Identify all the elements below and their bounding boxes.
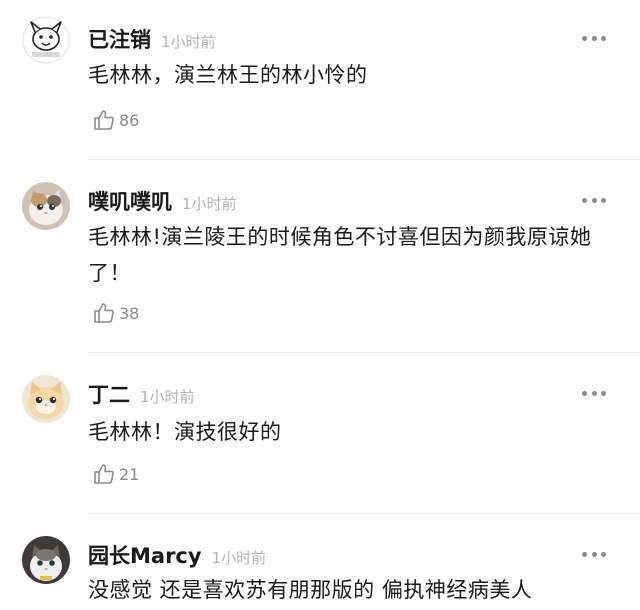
thumbs-up-icon bbox=[94, 464, 114, 484]
dot-icon bbox=[582, 197, 587, 203]
comment-text: 毛林林！演技很好的 bbox=[88, 420, 282, 444]
dot-icon bbox=[601, 197, 606, 203]
dot-icon bbox=[591, 551, 597, 557]
like-count: 86 bbox=[119, 110, 140, 130]
dot-icon bbox=[591, 390, 597, 396]
comment-item: 噗叽噗叽 1小时前 毛林林!演兰陵王的时候角色不讨喜但因为颜我原谅她了！ 38 bbox=[0, 160, 640, 353]
more-options-button[interactable] bbox=[582, 389, 606, 397]
dot-icon bbox=[591, 35, 597, 41]
dot-icon bbox=[601, 551, 606, 557]
name-row: 丁二 1小时前 bbox=[88, 379, 195, 409]
dot-icon bbox=[582, 390, 587, 396]
name-row: 园长Marcy 1小时前 bbox=[88, 540, 266, 570]
like-button[interactable]: 86 bbox=[92, 108, 139, 132]
thumbs-up-icon bbox=[94, 110, 114, 130]
dot-icon bbox=[582, 35, 587, 41]
dot-icon bbox=[591, 197, 597, 203]
dot-icon bbox=[601, 35, 606, 41]
avatar[interactable] bbox=[22, 16, 70, 64]
name-row: 噗叽噗叽 1小时前 bbox=[88, 186, 237, 216]
comment-text: 毛林林，演兰林王的林小怜的 bbox=[88, 63, 368, 87]
username[interactable]: 丁二 bbox=[88, 379, 130, 409]
like-count: 21 bbox=[119, 464, 140, 484]
like-count: 38 bbox=[119, 303, 140, 323]
timestamp: 1小时前 bbox=[211, 549, 267, 567]
cat-photo-icon bbox=[22, 182, 70, 230]
more-options-button[interactable] bbox=[582, 550, 606, 558]
comment-text: 没感觉 还是喜欢苏有朋那版的 偏执神经病美人 bbox=[88, 578, 533, 602]
comment-item: 园长Marcy 1小时前 没感觉 还是喜欢苏有朋那版的 偏执神经病美人 bbox=[0, 514, 640, 610]
dot-icon bbox=[582, 551, 587, 557]
avatar[interactable] bbox=[22, 536, 70, 584]
more-options-button[interactable] bbox=[582, 34, 606, 42]
cat-photo-icon bbox=[22, 375, 70, 423]
comment-text: 毛林林!演兰陵王的时候角色不讨喜但因为颜我原谅她了！ bbox=[88, 225, 592, 285]
cartoon-face-icon bbox=[22, 16, 70, 64]
comment-item: 丁二 1小时前 毛林林！演技很好的 21 bbox=[0, 353, 640, 514]
timestamp: 1小时前 bbox=[161, 33, 216, 51]
dot-icon bbox=[601, 390, 606, 396]
username[interactable]: 园长Marcy bbox=[88, 540, 202, 570]
cat-photo-icon bbox=[22, 536, 70, 584]
more-options-button[interactable] bbox=[582, 196, 606, 204]
avatar[interactable] bbox=[22, 182, 70, 230]
username[interactable]: 已注销 bbox=[88, 24, 151, 54]
like-button[interactable]: 21 bbox=[92, 462, 139, 486]
username[interactable]: 噗叽噗叽 bbox=[88, 186, 172, 216]
like-button[interactable]: 38 bbox=[92, 301, 139, 325]
avatar[interactable] bbox=[22, 375, 70, 423]
name-row: 已注销 1小时前 bbox=[88, 24, 216, 54]
timestamp: 1小时前 bbox=[140, 388, 195, 406]
timestamp: 1小时前 bbox=[182, 195, 237, 213]
thumbs-up-icon bbox=[94, 303, 114, 323]
comment-item: 已注销 1小时前 毛林林，演兰林王的林小怜的 86 bbox=[0, 0, 640, 160]
